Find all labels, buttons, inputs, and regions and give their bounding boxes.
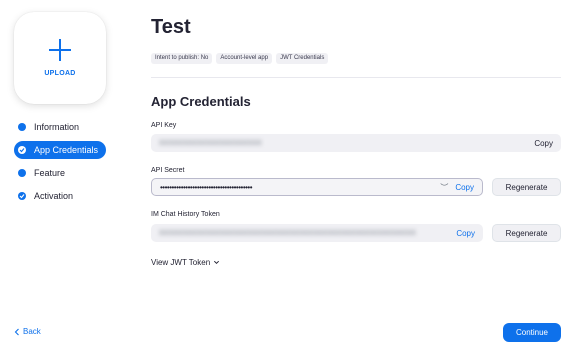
im-token-label: IM Chat History Token <box>151 211 220 218</box>
tag-publish-intent: Intent to publish: No <box>151 53 213 64</box>
im-token-regenerate-button[interactable]: Regenerate <box>492 224 561 242</box>
app-title: Test <box>151 16 191 38</box>
step-activation[interactable]: Activation <box>14 187 106 205</box>
step-navigation: Information App Credentials Feature Acti… <box>14 118 106 210</box>
api-secret-label: API Secret <box>151 167 185 174</box>
tag-jwt-credentials: JWT Credentials <box>276 53 329 64</box>
continue-button[interactable]: Continue <box>503 323 561 342</box>
section-title: App Credentials <box>151 94 251 109</box>
tag-account-level: Account-level app <box>216 53 273 64</box>
step-dot-icon <box>18 123 26 131</box>
step-label: Information <box>34 122 80 132</box>
step-information[interactable]: Information <box>14 118 106 136</box>
api-secret-copy-button[interactable]: Copy <box>455 183 474 192</box>
view-jwt-token-toggle[interactable]: View JWT Token <box>151 258 220 267</box>
check-icon <box>18 146 26 154</box>
api-key-field: XXXXXXXXXXXXXXXXXXXXXX Copy <box>151 134 561 152</box>
upload-button[interactable]: UPLOAD <box>14 12 106 104</box>
eye-hidden-icon[interactable]: ︶ <box>440 182 448 193</box>
upload-label: UPLOAD <box>44 70 76 77</box>
check-icon <box>18 192 26 200</box>
view-jwt-token-label: View JWT Token <box>151 258 211 267</box>
api-secret-regenerate-button[interactable]: Regenerate <box>492 178 561 196</box>
plus-icon <box>49 39 71 61</box>
chevron-down-icon <box>214 260 220 265</box>
step-label: App Credentials <box>34 145 99 155</box>
step-app-credentials[interactable]: App Credentials <box>14 141 106 159</box>
chevron-left-icon <box>14 328 19 335</box>
im-token-copy-button[interactable]: Copy <box>456 229 475 238</box>
im-token-field: XXXXXXXXXXXXXXXXXXXXXXXXXXXXXXXXXXXXXXXX… <box>151 224 483 242</box>
step-feature[interactable]: Feature <box>14 164 106 182</box>
api-secret-field: ••••••••••••••••••••••••••••••••••••••••… <box>151 178 483 196</box>
step-label: Activation <box>34 191 74 201</box>
app-tags: Intent to publish: No Account-level app … <box>151 53 329 64</box>
api-key-value: XXXXXXXXXXXXXXXXXXXXXX <box>159 139 262 147</box>
step-label: Feature <box>34 168 66 178</box>
api-key-label: API Key <box>151 122 177 129</box>
step-dot-icon <box>18 169 26 177</box>
api-secret-value: •••••••••••••••••••••••••••••••••••••••• <box>160 182 253 192</box>
api-key-copy-button[interactable]: Copy <box>534 139 553 148</box>
back-label: Back <box>23 327 41 336</box>
divider <box>151 77 561 78</box>
back-button[interactable]: Back <box>14 327 41 336</box>
im-token-value: XXXXXXXXXXXXXXXXXXXXXXXXXXXXXXXXXXXXXXXX… <box>159 229 416 237</box>
